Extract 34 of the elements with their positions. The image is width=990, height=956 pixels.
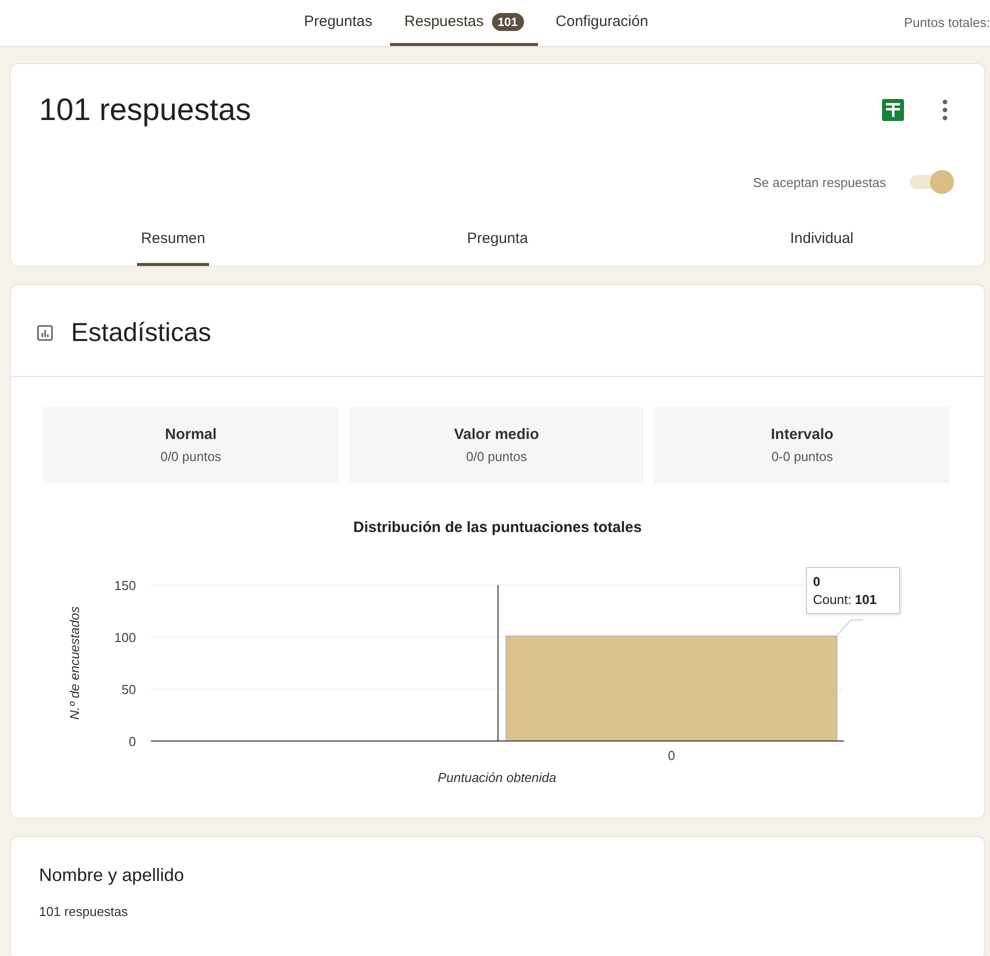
spreadsheet-icon[interactable] [882, 99, 904, 121]
stat-value: 0/0 puntos [160, 449, 222, 464]
axis-tick-label: 50 [122, 682, 136, 697]
more-options-icon[interactable] [942, 99, 948, 121]
stat-value: 0-0 puntos [771, 449, 833, 464]
axis-tick-label: 150 [114, 578, 136, 593]
chart-icon [37, 324, 53, 340]
tooltip-title: 0 [813, 574, 822, 589]
responses-title: 101 respuestas [39, 92, 251, 128]
section-title: Estadísticas [71, 317, 212, 348]
stat-label: Valor medio [454, 426, 539, 443]
axis-tick-label: 0 [128, 734, 136, 749]
stat-label: Normal [164, 426, 217, 443]
tab[interactable]: Resumen [137, 216, 210, 266]
tab[interactable]: Pregunta [461, 216, 534, 266]
total-points: Puntos totales: [904, 15, 990, 30]
axis-tick-label: 100 [114, 630, 136, 645]
accepting-label: Se aceptan respuestas [753, 174, 886, 190]
x-axis-title: Puntuación obtenida [438, 770, 556, 785]
tooltip-text: Count: 101 [813, 592, 878, 607]
response-count: 101 respuestas [39, 904, 129, 919]
stat-value: 0/0 puntos [466, 449, 527, 464]
tab[interactable]: Configuración [542, 0, 662, 46]
question-title: Nombre y apellido [39, 865, 186, 886]
tab[interactable]: Respuestas 101 [390, 0, 538, 46]
tab[interactable]: Individual [786, 216, 858, 266]
accepting-toggle[interactable] [908, 170, 954, 194]
tab[interactable]: Preguntas [290, 0, 386, 46]
count-badge: 101 [492, 12, 524, 30]
axis-tick-label: 0 [668, 748, 676, 763]
chart-title: Distribución de las puntuaciones totales [352, 519, 643, 536]
leader-line [836, 620, 864, 636]
stat-label: Intervalo [770, 426, 834, 443]
y-axis-title: N.º de encuestados [67, 606, 82, 720]
